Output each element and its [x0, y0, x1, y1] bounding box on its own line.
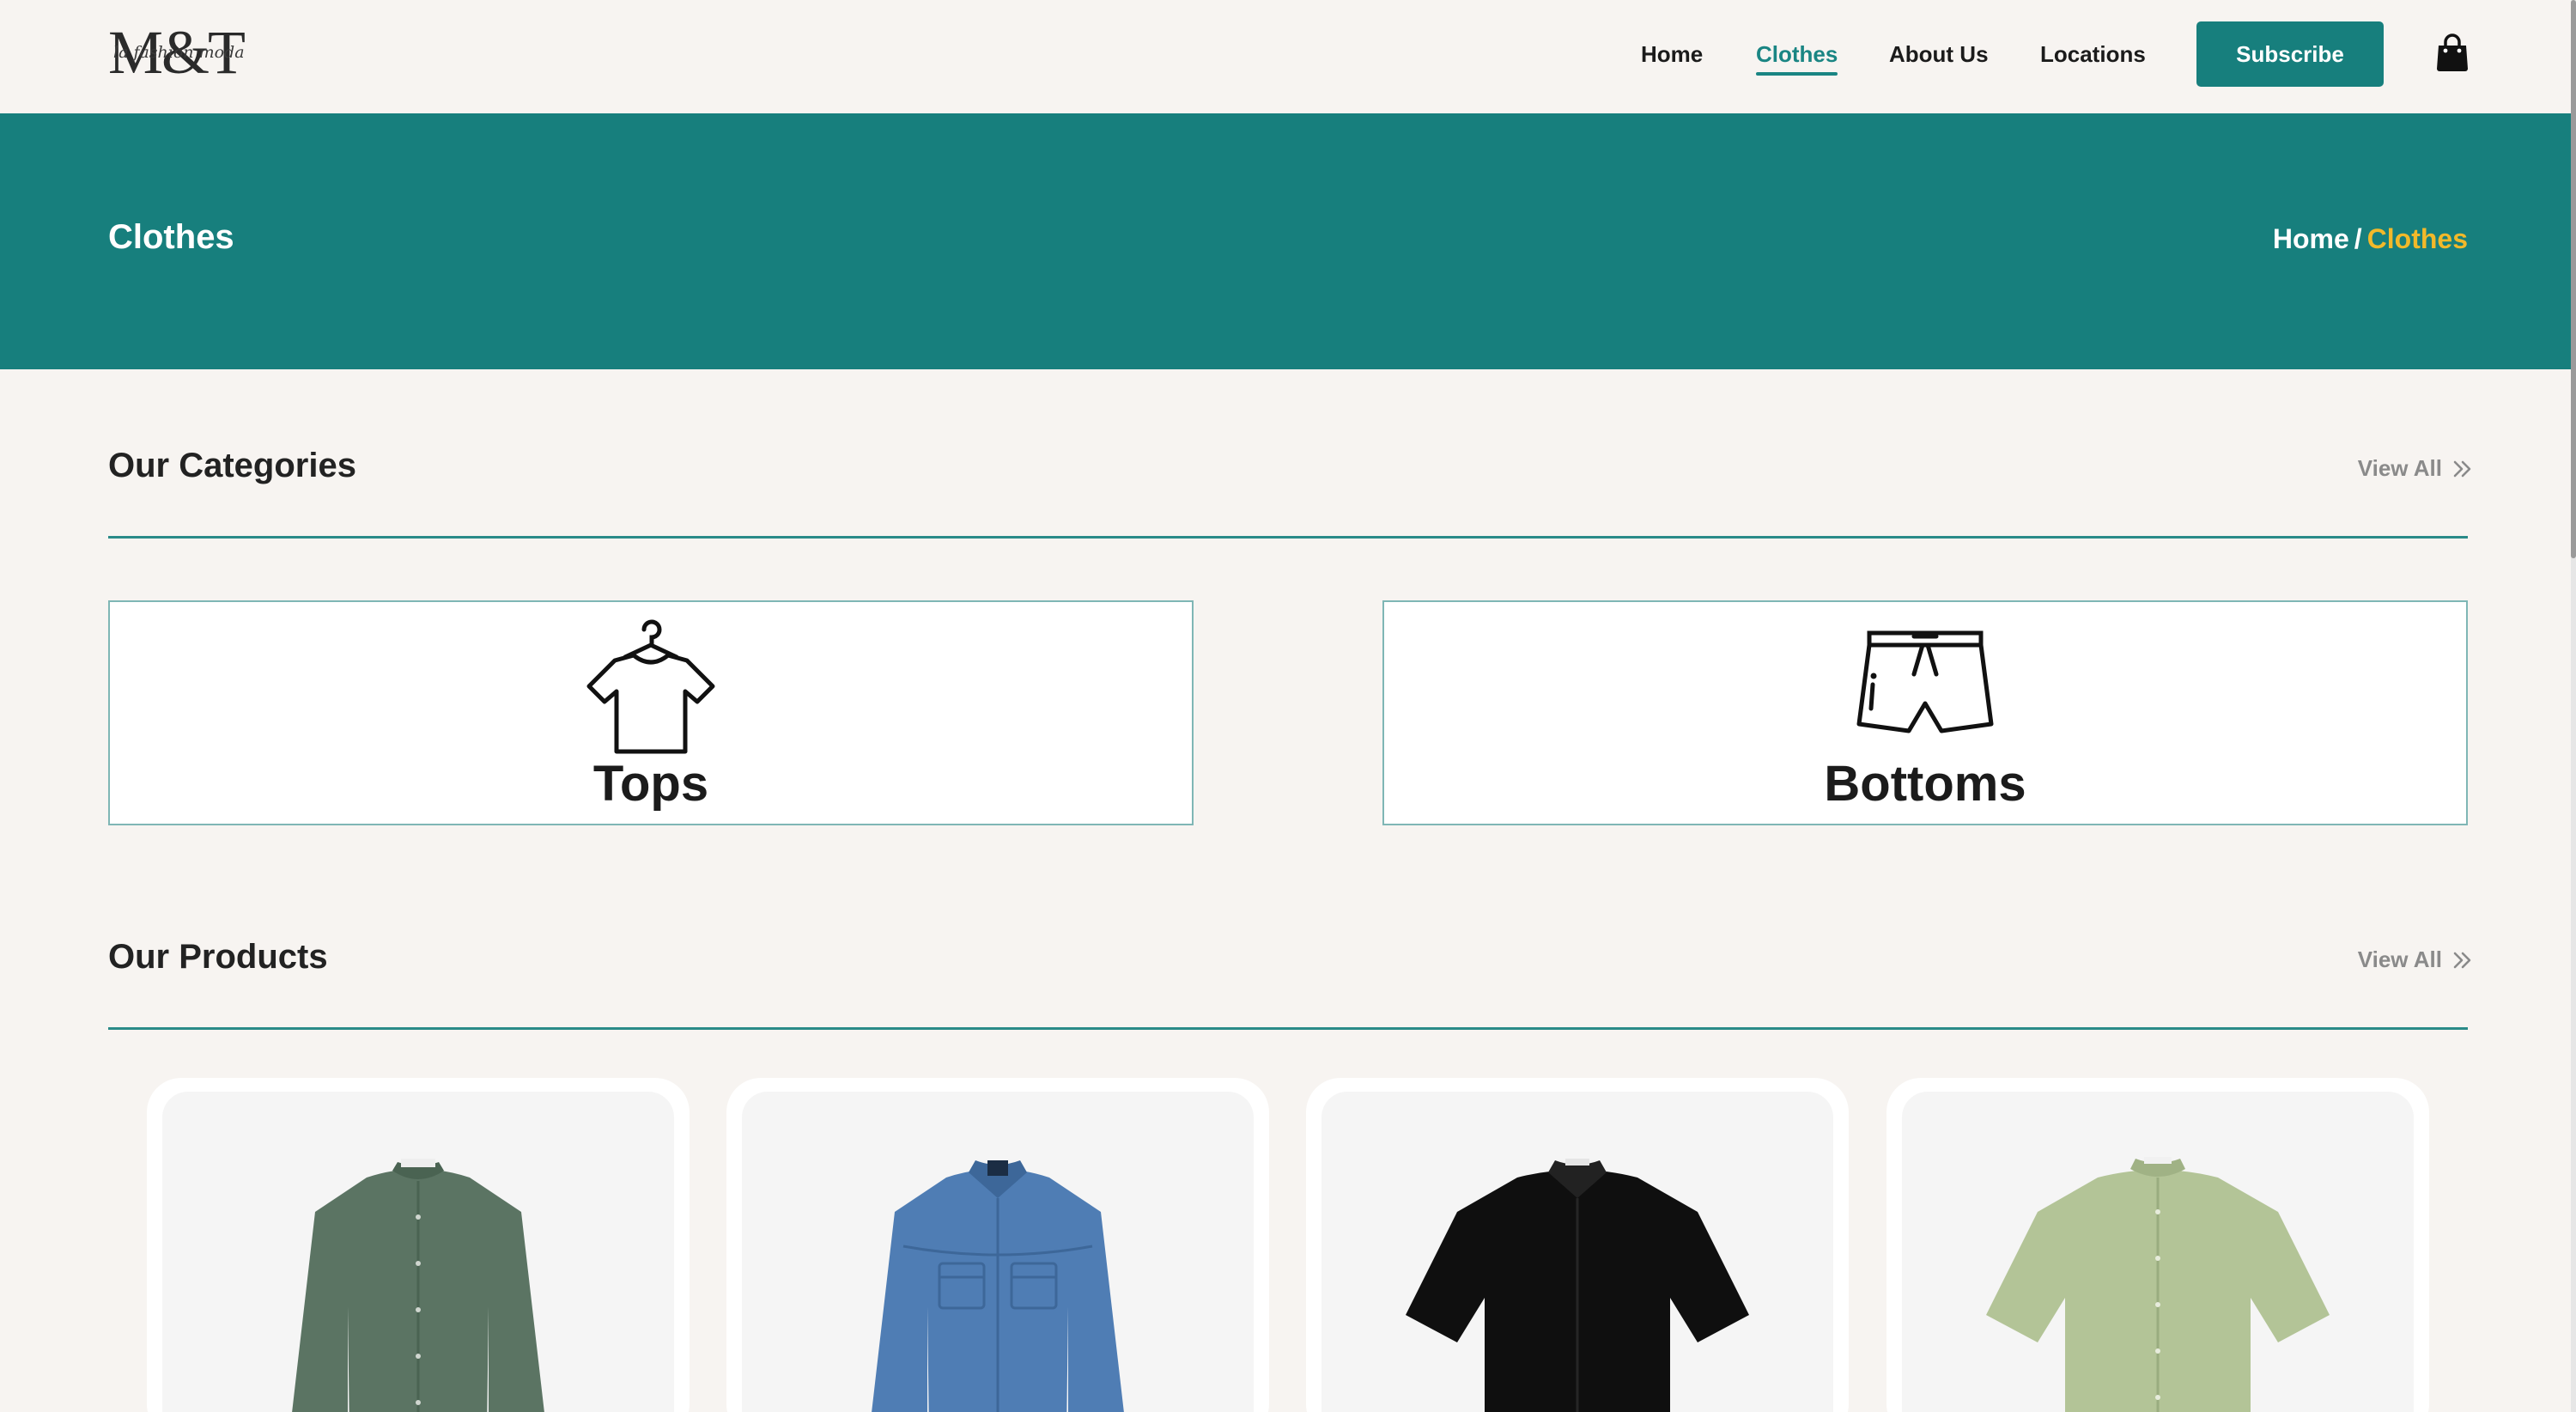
- nav-link-clothes[interactable]: Clothes: [1756, 41, 1838, 76]
- t-shirt-on-hanger-icon: [586, 619, 715, 754]
- brand-logo[interactable]: M&T la fashion moda: [108, 21, 254, 83]
- shorts-icon: [1856, 630, 1994, 733]
- nav-link-home[interactable]: Home: [1641, 41, 1703, 68]
- product-card[interactable]: [1306, 1078, 1849, 1412]
- blue-denim-shirt-image: [872, 1160, 1124, 1412]
- product-image-frame: [742, 1092, 1254, 1412]
- breadcrumb-current: Clothes: [2366, 223, 2468, 254]
- product-image-frame: [162, 1092, 674, 1412]
- categories-divider: [108, 536, 2468, 539]
- breadcrumb-separator: /: [2354, 223, 2362, 254]
- double-chevron-right-icon: [2453, 460, 2471, 477]
- products-heading: Our Products: [108, 938, 328, 976]
- nav-link-about-us[interactable]: About Us: [1889, 41, 1989, 68]
- categories-view-all-link[interactable]: View All: [2358, 455, 2473, 482]
- view-all-label: View All: [2357, 455, 2442, 481]
- product-card[interactable]: [726, 1078, 1269, 1412]
- products-divider: [108, 1027, 2468, 1030]
- site-header: M&T la fashion moda Home Clothes About U…: [0, 0, 2571, 113]
- page-title: Clothes: [108, 218, 234, 256]
- product-image-frame: [1321, 1092, 1833, 1412]
- category-label: Bottoms: [1824, 756, 2026, 812]
- shopping-bag-icon[interactable]: [2435, 33, 2470, 72]
- nav-link-locations[interactable]: Locations: [2040, 41, 2146, 68]
- category-card-bottoms[interactable]: Bottoms: [1382, 600, 2468, 825]
- products-view-all-link[interactable]: View All: [2358, 946, 2473, 973]
- scrollbar-thumb[interactable]: [2571, 0, 2576, 558]
- sage-short-sleeve-shirt-image: [1986, 1157, 2330, 1412]
- categories-heading: Our Categories: [108, 447, 356, 484]
- green-long-sleeve-shirt-image: [292, 1159, 544, 1412]
- product-card[interactable]: [147, 1078, 690, 1412]
- category-label: Tops: [592, 756, 709, 812]
- double-chevron-right-icon: [2453, 952, 2471, 968]
- product-card[interactable]: [1886, 1078, 2429, 1412]
- logo-script: la fashion moda: [113, 43, 245, 62]
- subscribe-button[interactable]: Subscribe: [2196, 21, 2384, 87]
- page-scrollbar[interactable]: [2571, 0, 2576, 1412]
- category-card-tops[interactable]: Tops: [108, 600, 1194, 825]
- black-short-sleeve-shirt-image: [1406, 1159, 1749, 1412]
- breadcrumb-home-link[interactable]: Home: [2273, 223, 2349, 254]
- product-image-frame: [1902, 1092, 2414, 1412]
- view-all-label: View All: [2357, 946, 2442, 972]
- breadcrumb: Home / Clothes: [2273, 223, 2468, 255]
- page-banner: Clothes Home / Clothes: [0, 113, 2571, 369]
